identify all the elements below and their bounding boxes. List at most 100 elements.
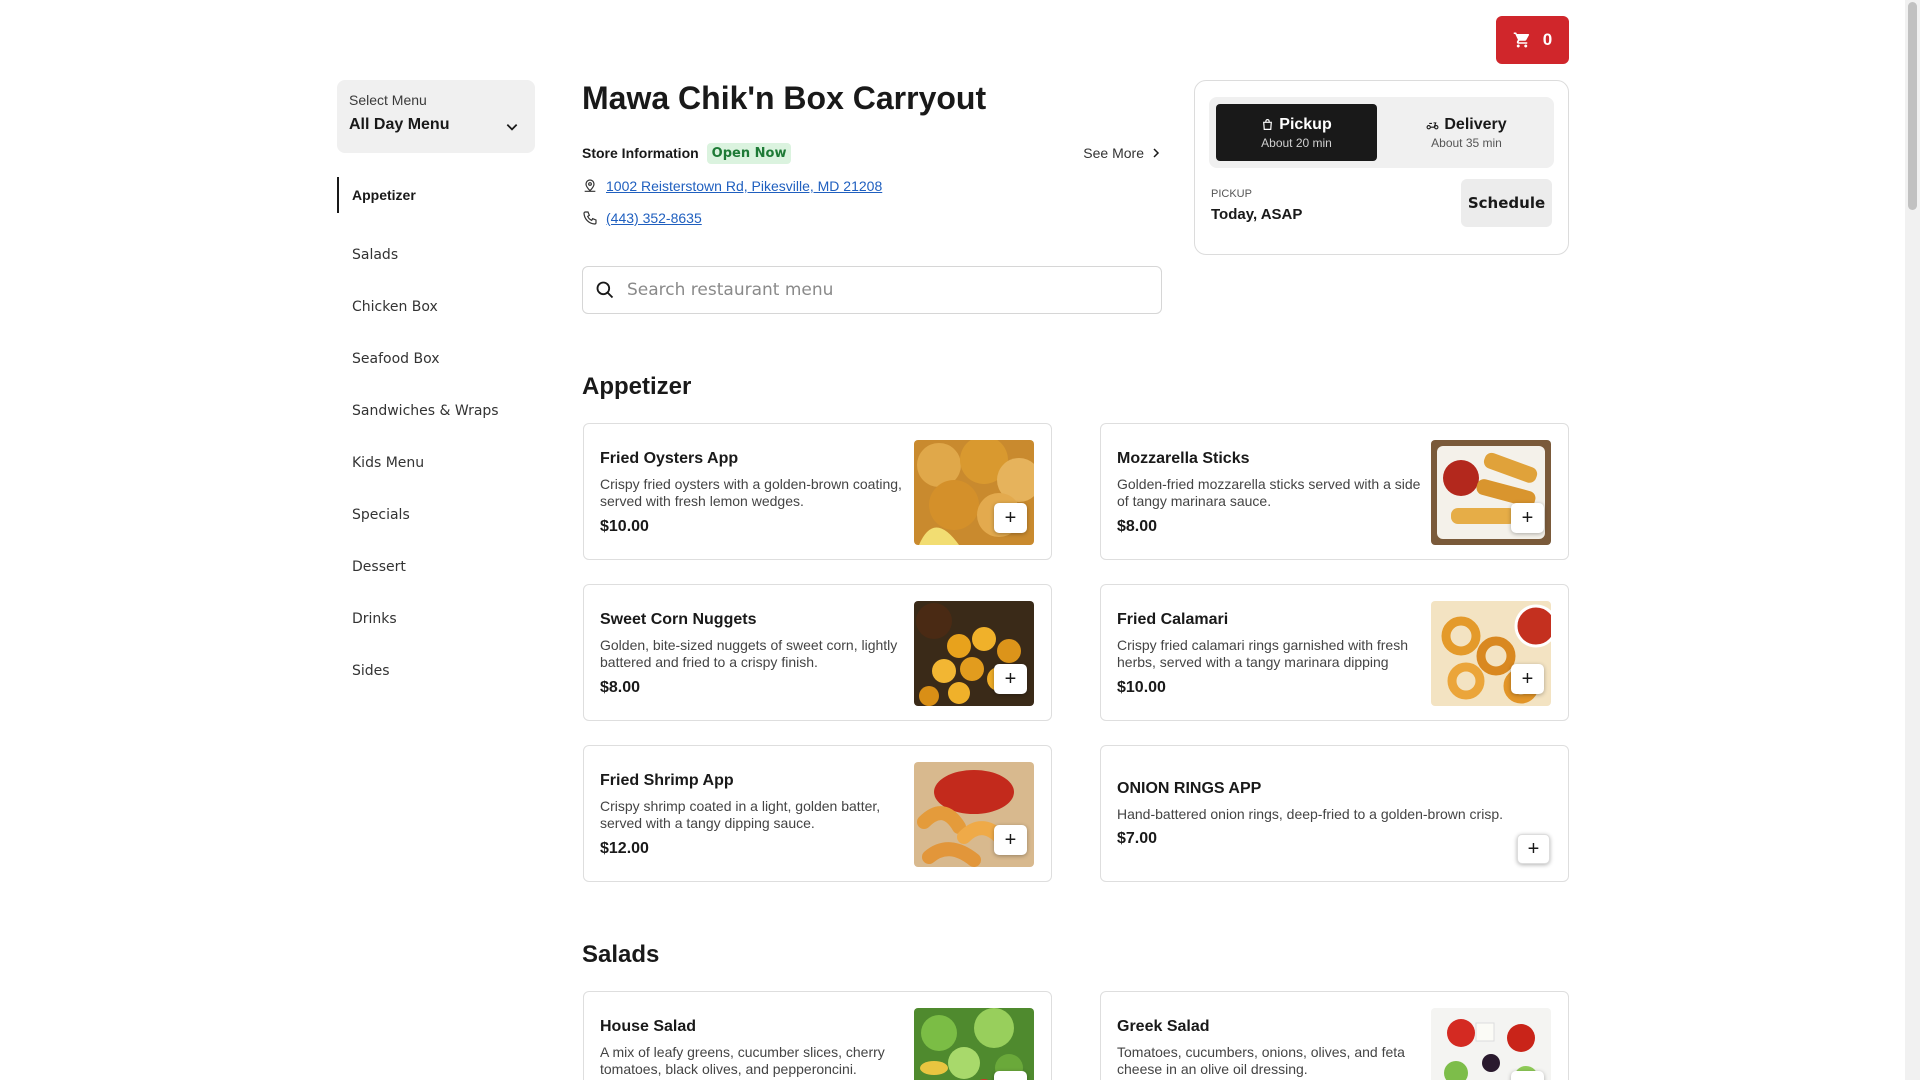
add-to-cart-button[interactable]: + xyxy=(994,503,1027,533)
section-title-appetizer: Appetizer xyxy=(582,373,692,400)
plus-icon: + xyxy=(1004,667,1017,690)
search-box xyxy=(582,266,1162,314)
item-description: Golden-fried mozzarella sticks served wi… xyxy=(1117,476,1421,509)
item-image: + xyxy=(914,440,1034,545)
menu-select-value: All Day Menu xyxy=(349,116,450,133)
item-description: Golden, bite-sized nuggets of sweet corn… xyxy=(600,637,898,670)
item-description: Tomatoes, cucumbers, onions, olives, and… xyxy=(1117,1044,1405,1077)
item-name: Fried Calamari xyxy=(1117,611,1229,628)
see-more-link[interactable]: See More xyxy=(1083,141,1162,165)
menu-item-card[interactable]: House Salad A mix of leafy greens, cucum… xyxy=(583,991,1052,1080)
category-label: Dessert xyxy=(352,559,406,575)
schedule-button[interactable]: Schedule xyxy=(1461,179,1552,227)
category-label: Kids Menu xyxy=(352,455,425,471)
menu-item-card[interactable]: ONION RINGS APP Hand-battered onion ring… xyxy=(1100,745,1569,882)
add-to-cart-button[interactable]: + xyxy=(994,825,1027,855)
store-info-label: Store Information xyxy=(582,145,699,161)
cart-count: 0 xyxy=(1542,30,1553,49)
shopping-bag-icon xyxy=(1263,119,1273,130)
item-image: + xyxy=(1431,1008,1551,1080)
item-price: $7.00 xyxy=(1117,830,1158,847)
menu-item-card[interactable]: Fried Shrimp App Crispy shrimp coated in… xyxy=(583,745,1052,882)
category-kids-menu[interactable]: Kids Menu xyxy=(337,437,535,489)
category-label: Seafood Box xyxy=(352,351,440,367)
category-drinks[interactable]: Drinks xyxy=(337,593,535,645)
cart-button[interactable]: 0 xyxy=(1496,16,1569,64)
item-description: A mix of leafy greens, cucumber slices, … xyxy=(600,1044,885,1077)
store-title: Mawa Chik'n Box Carryout xyxy=(582,80,987,116)
add-to-cart-button[interactable]: + xyxy=(1511,503,1544,533)
plus-icon: + xyxy=(1004,828,1017,851)
item-price: $12.00 xyxy=(600,840,649,857)
category-sides[interactable]: Sides xyxy=(337,645,535,697)
phone-link[interactable]: (443) 352-8635 xyxy=(606,210,702,226)
item-description: Crispy fried oysters with a golden-brown… xyxy=(600,476,902,509)
status-badge: Open Now xyxy=(706,142,792,164)
fulfillment-toggle: Pickup About 20 min Delivery About 35 mi… xyxy=(1209,97,1554,168)
item-price: $8.00 xyxy=(1117,518,1158,535)
category-chicken-box[interactable]: Chicken Box xyxy=(337,281,535,333)
address-link[interactable]: 1002 Reisterstown Rd, Pikesville, MD 212… xyxy=(606,178,882,194)
item-image: + xyxy=(1431,440,1551,545)
category-dessert[interactable]: Dessert xyxy=(337,541,535,593)
category-label: Chicken Box xyxy=(352,299,438,315)
plus-icon: + xyxy=(1521,667,1534,690)
pickup-option[interactable]: Pickup About 20 min xyxy=(1216,104,1377,161)
plus-icon: + xyxy=(1521,506,1534,529)
category-appetizer[interactable]: Appetizer xyxy=(337,177,535,213)
see-more-label: See More xyxy=(1083,145,1144,161)
scrollbar-thumb[interactable] xyxy=(1908,2,1917,210)
add-to-cart-button[interactable]: + xyxy=(994,1071,1027,1080)
add-to-cart-button[interactable]: + xyxy=(1517,834,1550,864)
address-line: 1002 Reisterstown Rd, Pikesville, MD 212… xyxy=(582,178,882,194)
item-name: Greek Salad xyxy=(1117,1018,1210,1035)
scooter-icon xyxy=(1426,122,1439,130)
delivery-option[interactable]: Delivery About 35 min xyxy=(1386,104,1547,161)
category-nav: Appetizer Salads Chicken Box Seafood Box… xyxy=(337,177,535,697)
category-label: Salads xyxy=(352,247,399,263)
item-name: House Salad xyxy=(600,1018,697,1035)
item-image: + xyxy=(914,1008,1034,1080)
search-icon xyxy=(596,281,614,299)
store-info-row: Store Information Open Now See More xyxy=(582,141,1162,165)
menu-select-dropdown[interactable]: Select Menu All Day Menu xyxy=(337,80,535,153)
item-name: Fried Oysters App xyxy=(600,450,739,467)
menu-item-card[interactable]: Fried Oysters App Crispy fried oysters w… xyxy=(583,423,1052,560)
item-image: + xyxy=(1431,601,1551,706)
menu-item-card[interactable]: Sweet Corn Nuggets Golden, bite-sized nu… xyxy=(583,584,1052,721)
order-panel: Pickup About 20 min Delivery About 35 mi… xyxy=(1194,80,1569,255)
section-title-salads: Salads xyxy=(582,941,660,968)
menu-item-card[interactable]: Mozzarella Sticks Golden-fried mozzarell… xyxy=(1100,423,1569,560)
phone-icon xyxy=(583,211,597,225)
menu-item-card[interactable]: Fried Calamari Crispy fried calamari rin… xyxy=(1100,584,1569,721)
search-input[interactable] xyxy=(627,280,1147,300)
category-sandwiches-wraps[interactable]: Sandwiches & Wraps xyxy=(337,385,535,437)
chevron-right-icon xyxy=(1153,148,1160,158)
item-name: Sweet Corn Nuggets xyxy=(600,611,757,628)
item-image: + xyxy=(914,601,1034,706)
item-description: Crispy shrimp coated in a light, golden … xyxy=(600,798,881,831)
item-description: Crispy fried calamari rings garnished wi… xyxy=(1117,637,1408,670)
category-label: Drinks xyxy=(352,611,397,627)
add-to-cart-button[interactable]: + xyxy=(1511,1071,1544,1080)
add-to-cart-button[interactable]: + xyxy=(1511,664,1544,694)
menu-select-label: Select Menu xyxy=(349,92,427,108)
item-price: $10.00 xyxy=(600,518,649,535)
pickup-when-value: Today, ASAP xyxy=(1211,206,1303,223)
category-seafood-box[interactable]: Seafood Box xyxy=(337,333,535,385)
plus-icon: + xyxy=(1527,837,1540,860)
delivery-title: Delivery xyxy=(1444,115,1507,133)
page-scrollbar[interactable] xyxy=(1905,0,1920,1080)
chevron-down-icon xyxy=(506,124,518,131)
delivery-time: About 35 min xyxy=(1431,135,1502,150)
plus-icon: + xyxy=(1004,506,1017,529)
menu-item-card[interactable]: Greek Salad Tomatoes, cucumbers, onions,… xyxy=(1100,991,1569,1080)
add-to-cart-button[interactable]: + xyxy=(994,664,1027,694)
category-label: Sandwiches & Wraps xyxy=(352,403,499,419)
pickup-time: About 20 min xyxy=(1261,135,1332,150)
category-salads[interactable]: Salads xyxy=(337,229,535,281)
plus-icon: + xyxy=(1522,1075,1534,1080)
item-name: ONION RINGS APP xyxy=(1117,780,1262,797)
location-pin-icon xyxy=(584,179,596,192)
category-specials[interactable]: Specials xyxy=(337,489,535,541)
